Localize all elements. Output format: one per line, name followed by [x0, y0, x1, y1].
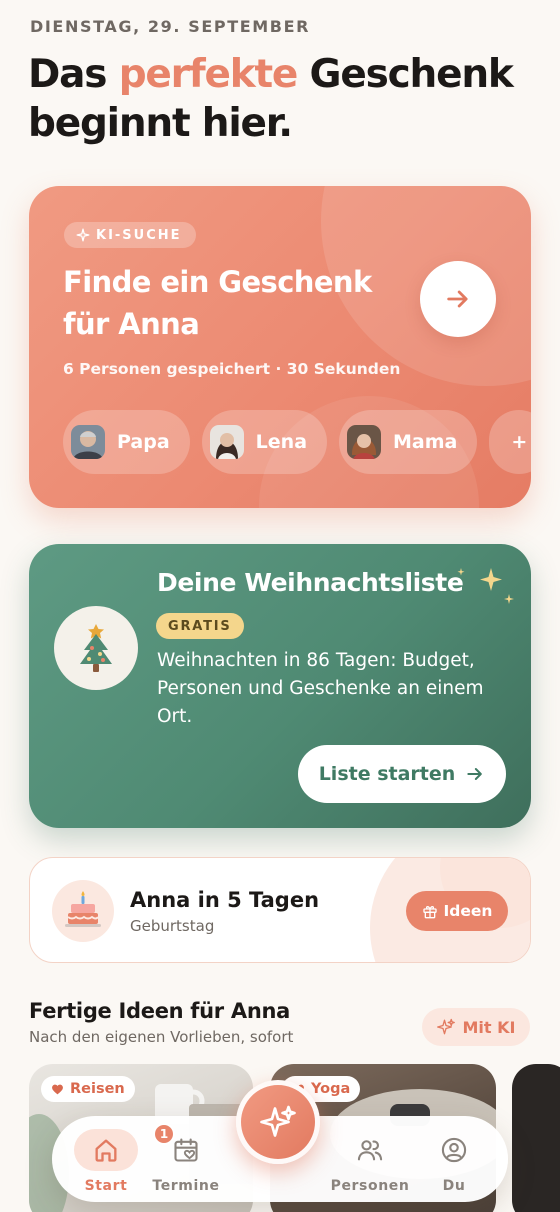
start-search-button[interactable]: [420, 261, 496, 337]
arrow-right-icon: [467, 768, 483, 780]
calendar-heart-icon: [174, 1138, 198, 1162]
ai-search-card[interactable]: KI-SUCHE Finde ein Geschenk für Anna 6 P…: [29, 186, 531, 508]
ai-card-subtitle: 6 Personen gespeichert · 30 Sekunden: [63, 360, 401, 378]
sparkle-icon: [436, 1018, 455, 1035]
start-list-button[interactable]: Liste starten: [298, 745, 506, 803]
ideas-button[interactable]: Ideen: [406, 891, 508, 931]
more-people-chip[interactable]: +: [489, 410, 531, 474]
ideas-section-subtitle: Nach den eigenen Vorlieben, sofort: [29, 1028, 294, 1046]
free-badge: GRATIS: [156, 613, 244, 639]
date-label: DIENSTAG, 29. SEPTEMBER: [30, 17, 311, 36]
nav-du[interactable]: Du: [414, 1116, 494, 1202]
headline-accent: perfekte: [118, 52, 299, 97]
ideas-section-title: Fertige Ideen für Anna: [29, 999, 290, 1023]
person-chip-lena[interactable]: Lena: [201, 410, 328, 474]
page-title: Das perfekte Geschenk beginnt hier.: [28, 52, 514, 146]
ai-card-title: Finde ein Geschenk für Anna: [63, 265, 372, 341]
person-chip-mama[interactable]: Mama: [339, 410, 478, 474]
profile-icon: [441, 1137, 467, 1163]
birthday-person: Anna in 5 Tagen: [130, 888, 320, 912]
avatar-lena: [209, 425, 244, 459]
home-icon: [95, 1139, 117, 1162]
ai-search-badge: KI-SUCHE: [64, 222, 196, 248]
christmas-card-title: Deine Weihnachtsliste: [157, 568, 464, 597]
birthday-cake-badge: [52, 880, 114, 942]
heart-icon: [52, 1084, 63, 1094]
birthday-cake-icon: [65, 891, 101, 927]
notification-badge: 1: [153, 1123, 175, 1145]
person-chips: Papa Lena Mama +: [63, 410, 531, 474]
nav-start[interactable]: Start: [66, 1116, 146, 1202]
avatar-mama: [347, 425, 382, 459]
occasion-label: Geburtstag: [130, 917, 215, 935]
interest-tag: Reisen: [41, 1076, 135, 1102]
idea-card-partial[interactable]: [512, 1064, 560, 1212]
nav-personen[interactable]: Personen: [330, 1116, 410, 1202]
person-chip-papa[interactable]: Papa: [63, 410, 190, 474]
avatar-papa: [71, 425, 105, 459]
sparkle-icon: [76, 228, 90, 242]
people-icon: [357, 1140, 383, 1161]
ai-ideas-button[interactable]: Mit KI: [422, 1008, 530, 1046]
sparkle-icon: [260, 1105, 296, 1137]
christmas-card-text: Weihnachten in 86 Tagen: Budget, Persone…: [157, 650, 484, 727]
christmas-list-card[interactable]: Deine Weihnachtsliste GRATIS Weihnachten…: [29, 544, 531, 828]
christmas-tree-badge: [54, 606, 138, 690]
arrow-right-icon: [447, 290, 468, 308]
gift-icon: [422, 906, 437, 919]
ai-fab-button[interactable]: [236, 1080, 320, 1164]
birthday-reminder-card[interactable]: Anna in 5 Tagen Geburtstag Ideen: [29, 857, 531, 963]
christmas-tree-icon: [80, 624, 112, 672]
